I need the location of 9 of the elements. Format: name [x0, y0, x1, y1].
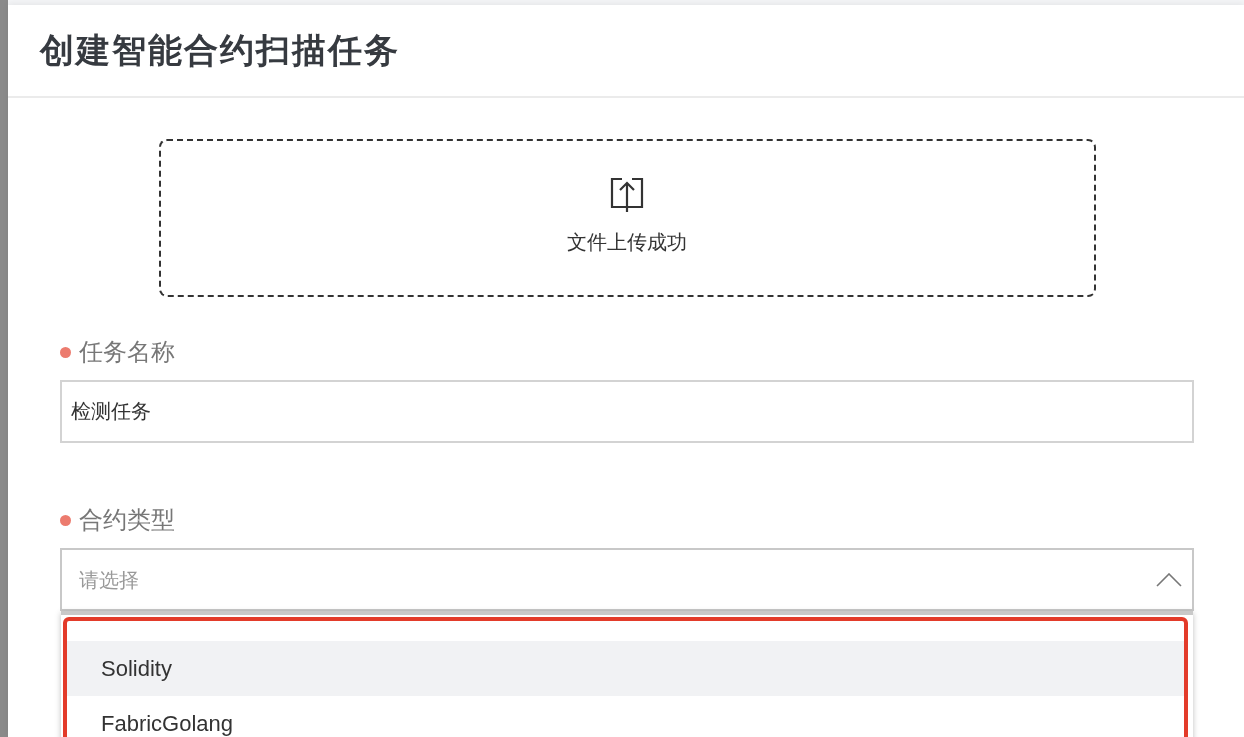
dropdown-option[interactable]: Solidity	[67, 641, 1184, 696]
upload-area[interactable]: 文件上传成功	[158, 139, 1096, 297]
chevron-up-icon	[1156, 572, 1182, 587]
upload-status-text: 文件上传成功	[567, 230, 687, 255]
field-label: 合约类型	[79, 505, 175, 535]
dialog-title: 创建智能合约扫描任务	[40, 30, 400, 71]
input-field[interactable]: 检测任务	[60, 380, 1194, 443]
field-label: 任务名称	[79, 337, 175, 367]
upload-icon	[610, 177, 644, 213]
